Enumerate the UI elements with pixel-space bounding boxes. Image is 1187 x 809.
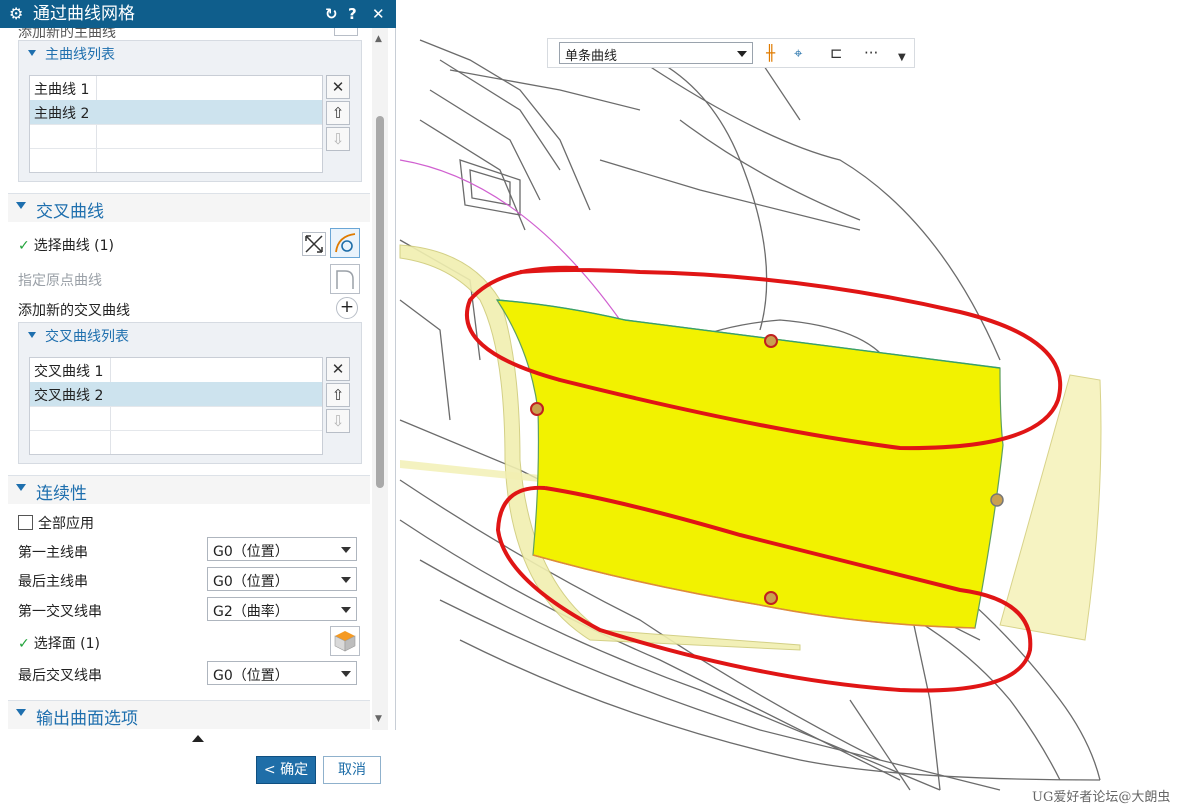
first-primary-dropdown[interactable]: G0（位置） — [207, 537, 357, 561]
dialog-titlebar: ⚙ 通过曲线网格 ↻ ? ✕ — [0, 0, 396, 28]
primary-curve-list-title: 主曲线列表 — [45, 47, 115, 63]
move-up-icon[interactable]: ⇧ — [326, 101, 350, 125]
remove-icon[interactable]: ✕ — [326, 75, 350, 99]
reset-icon[interactable]: ↻ — [325, 4, 338, 24]
list-item[interactable]: 交叉曲线 2 — [30, 382, 322, 407]
vertical-scrollbar[interactable]: ▲ ▼ — [372, 28, 388, 730]
dropdown-arrow-icon — [341, 671, 351, 677]
cross-curve-section-header[interactable]: 交叉曲线 — [8, 193, 370, 222]
cancel-button[interactable]: 取消 — [323, 756, 381, 784]
list-item[interactable]: 交叉曲线 1 — [30, 358, 322, 383]
face-select-icon[interactable] — [330, 626, 360, 656]
move-down-icon: ⇩ — [326, 127, 350, 151]
selection-toolbar: 单条曲线 ╫ ⌖ ⊏ ··· ▼ — [547, 38, 915, 68]
select-curve-label: 选择曲线 (1) — [33, 238, 115, 254]
add-cross-curve-button[interactable]: + — [336, 297, 358, 319]
collapse-triangle-icon — [16, 709, 26, 716]
last-cross-dropdown[interactable]: G0（位置） — [207, 661, 357, 685]
origin-curve-icon — [330, 264, 360, 294]
intersection-icon[interactable]: ╫ — [766, 43, 775, 63]
ok-button[interactable]: < 确定 > — [256, 756, 316, 804]
output-surface-section-header[interactable]: 输出曲面选项 — [8, 700, 370, 729]
continuity-section-title: 连续性 — [36, 484, 87, 504]
list-item[interactable]: 主曲线 2 — [30, 100, 322, 125]
collapse-triangle-icon — [28, 332, 36, 338]
continuity-section-header[interactable]: 连续性 — [8, 475, 370, 504]
collapse-triangle-icon — [28, 50, 36, 56]
close-icon[interactable]: ✕ — [372, 4, 385, 24]
cross-curve-section-title: 交叉曲线 — [36, 202, 104, 222]
apply-all-checkbox[interactable] — [18, 515, 33, 530]
dropdown-arrow-icon — [341, 577, 351, 583]
select-curve-row[interactable]: ✓ 选择曲线 (1) — [18, 235, 114, 255]
select-face-row[interactable]: ✓ 选择面 (1) — [18, 633, 100, 653]
curve-select-icon[interactable] — [330, 228, 360, 258]
mesh-surface[interactable] — [495, 299, 1004, 629]
add-primary-curve-button[interactable] — [334, 28, 358, 36]
gear-icon[interactable]: ⚙ — [9, 4, 23, 24]
apply-all-label: 全部应用 — [38, 516, 94, 532]
dropdown-arrow-icon — [341, 547, 351, 553]
scroll-up-icon[interactable]: ▲ — [375, 34, 382, 44]
primary-curve-list: 主曲线 1 主曲线 2 — [29, 75, 323, 173]
curve-rule-dropdown[interactable]: 单条曲线 — [559, 42, 753, 64]
cross-curve-list-title: 交叉曲线列表 — [45, 329, 129, 345]
add-cross-curve-label: 添加新的交叉曲线 — [18, 303, 130, 319]
apply-all-row[interactable]: 全部应用 — [18, 513, 94, 533]
move-up-icon[interactable]: ⇧ — [326, 383, 350, 407]
collapse-triangle-icon — [16, 484, 26, 491]
primary-curve-list-group: 主曲线列表 主曲线 1 主曲线 2 ✕ ⇧ ⇩ — [18, 40, 362, 182]
check-icon: ✓ — [18, 238, 30, 254]
scroll-down-icon[interactable]: ▼ — [375, 714, 382, 724]
collapse-triangle-icon — [16, 202, 26, 209]
specify-origin-curve-label: 指定原点曲线 — [18, 273, 102, 289]
dropdown-arrow-icon — [737, 51, 747, 57]
list-item[interactable] — [30, 124, 322, 149]
cross-curve-list: 交叉曲线 1 交叉曲线 2 — [29, 357, 323, 455]
dialog-footer: < 确定 > 取消 — [0, 730, 396, 804]
first-cross-dropdown[interactable]: G2（曲率） — [207, 597, 357, 621]
last-primary-label: 最后主线串 — [18, 574, 88, 590]
move-down-icon: ⇩ — [326, 409, 350, 433]
more-options-icon[interactable]: ··· — [864, 43, 878, 63]
remove-icon[interactable]: ✕ — [326, 357, 350, 381]
forum-watermark: UG爱好者论坛@大朗虫 — [1032, 790, 1171, 805]
list-item[interactable] — [30, 430, 322, 454]
dialog-title: 通过曲线网格 — [33, 4, 135, 24]
last-primary-dropdown[interactable]: G0（位置） — [207, 567, 357, 591]
first-cross-label: 第一交叉线串 — [18, 604, 102, 620]
toolbar-dropdown-icon[interactable]: ▼ — [898, 48, 906, 68]
scrollbar-thumb[interactable] — [376, 116, 384, 488]
help-icon[interactable]: ? — [348, 4, 357, 24]
select-face-label: 选择面 (1) — [33, 636, 101, 652]
graphics-viewport[interactable]: 单条曲线 ╫ ⌖ ⊏ ··· ▼ — [396, 28, 1187, 808]
list-item[interactable] — [30, 148, 322, 172]
last-cross-label: 最后交叉线串 — [18, 668, 102, 684]
list-item[interactable] — [30, 406, 322, 431]
dialog-panel: ⚙ 通过曲线网格 ↻ ? ✕ 添加新的主曲线 主曲线列表 主曲线 1 主曲线 2… — [0, 0, 396, 804]
list-item[interactable]: 主曲线 1 — [30, 76, 322, 101]
collapse-up-icon[interactable] — [192, 735, 204, 742]
primary-curve-list-header[interactable]: 主曲线列表 — [19, 41, 361, 67]
check-icon: ✓ — [18, 636, 30, 652]
cross-curve-list-header[interactable]: 交叉曲线列表 — [19, 323, 361, 349]
snap-point-icon[interactable]: ⌖ — [794, 43, 802, 63]
cross-curve-list-group: 交叉曲线列表 交叉曲线 1 交叉曲线 2 ✕ ⇧ ⇩ — [18, 322, 362, 464]
tree-structure-icon[interactable]: ⊏ — [830, 43, 843, 63]
dialog-scroll-area: 添加新的主曲线 主曲线列表 主曲线 1 主曲线 2 ✕ ⇧ ⇩ 交叉曲线 ✓ 选择 — [0, 28, 396, 730]
model-canvas[interactable] — [396, 28, 1187, 808]
deselect-curve-icon[interactable] — [302, 232, 326, 256]
dropdown-arrow-icon — [341, 607, 351, 613]
output-surface-section-title: 输出曲面选项 — [36, 709, 138, 729]
first-primary-label: 第一主线串 — [18, 545, 88, 561]
